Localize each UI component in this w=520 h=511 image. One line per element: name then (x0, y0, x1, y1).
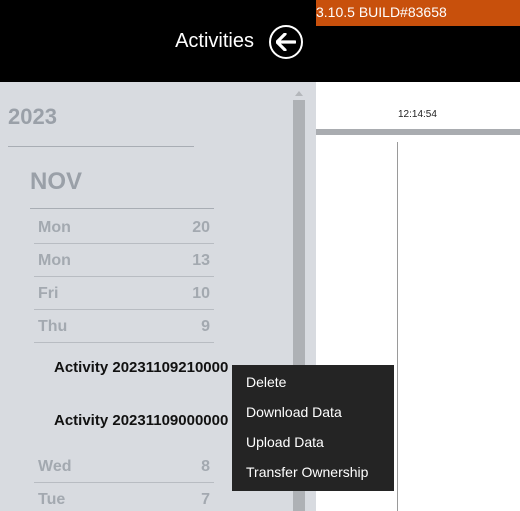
arrow-left-icon (276, 33, 296, 51)
day-number: 10 (192, 284, 210, 302)
menu-item-upload-data[interactable]: Upload Data (232, 429, 394, 459)
day-weekday: Fri (38, 284, 59, 302)
day-number: 20 (192, 218, 210, 236)
day-row[interactable]: Tue 7 (38, 483, 210, 511)
year-divider (8, 146, 194, 147)
scroll-up-button[interactable] (292, 86, 306, 98)
timeline-time-label: 12:14:54 (398, 109, 437, 120)
day-weekday: Mon (38, 251, 71, 269)
year-heading: 2023 (8, 104, 57, 129)
triangle-up-icon (295, 91, 303, 96)
day-number: 8 (201, 457, 210, 475)
top-bar: 3.10.5 BUILD#83658 Activities (0, 0, 520, 82)
month-heading: NOV (30, 168, 83, 195)
day-weekday: Tue (38, 490, 66, 508)
menu-item-download-data[interactable]: Download Data (232, 399, 394, 429)
build-version-banner: 3.10.5 BUILD#83658 (316, 0, 520, 26)
day-weekday: Thu (38, 317, 68, 335)
panel-title: Activities (175, 30, 254, 52)
menu-item-transfer-ownership[interactable]: Transfer Ownership (232, 459, 394, 489)
day-weekday: Mon (38, 218, 71, 236)
day-row[interactable]: Thu 9 (34, 310, 214, 343)
day-row[interactable]: Fri 10 (34, 277, 214, 310)
day-weekday: Wed (38, 457, 72, 475)
day-row[interactable]: Mon 20 (34, 211, 214, 244)
context-menu: Delete Download Data Upload Data Transfe… (232, 365, 394, 491)
timeline-cursor-line (397, 142, 398, 511)
day-row[interactable]: Wed 8 (34, 450, 214, 483)
timeline-bar (316, 129, 520, 135)
back-button[interactable] (269, 25, 303, 59)
menu-item-delete[interactable]: Delete (232, 369, 394, 399)
day-number: 7 (201, 490, 210, 508)
day-number: 9 (201, 317, 210, 335)
day-number: 13 (192, 251, 210, 269)
day-row[interactable]: Mon 13 (34, 244, 214, 277)
month-divider (30, 208, 214, 209)
